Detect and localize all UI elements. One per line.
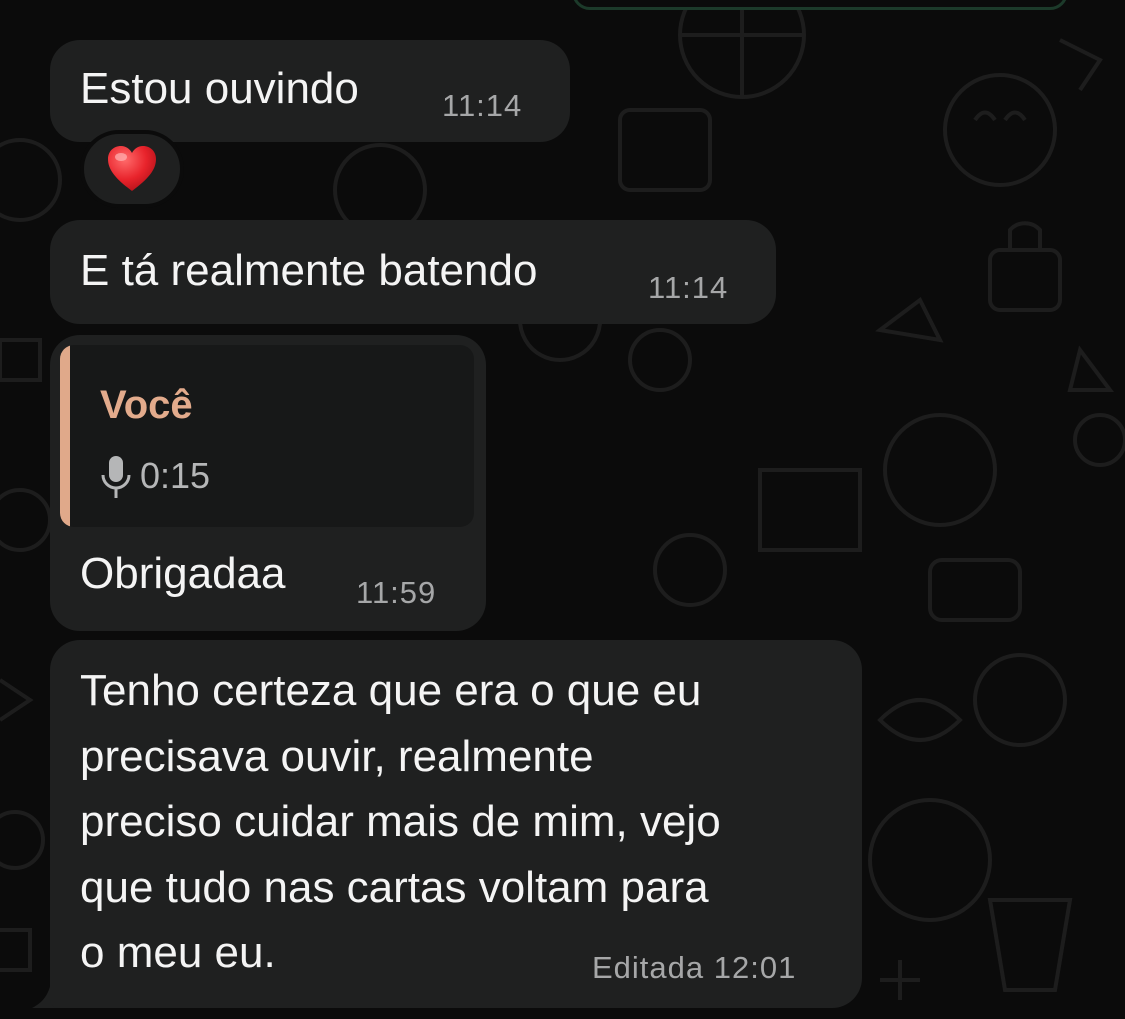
message-text: Estou ouvindo (80, 64, 359, 113)
message-timestamp: 11:59 (356, 575, 437, 610)
incoming-message[interactable]: E tá realmente batendo 11:14 (50, 220, 776, 324)
incoming-message[interactable]: Tenho certeza que era o que eu precisava… (50, 640, 862, 1008)
incoming-reply-message[interactable]: Você 0:15 Obrigadaa 11:59 (50, 335, 486, 631)
message-timestamp: 11:14 (648, 270, 729, 305)
quote-author: Você (100, 383, 193, 427)
microphone-icon (101, 456, 131, 498)
quoted-voice-message[interactable]: Você 0:15 (60, 345, 474, 527)
edited-label: Editada (592, 950, 705, 985)
message-line: precisava ouvir, realmente (80, 731, 594, 781)
message-timestamp: 12:01 (713, 950, 797, 985)
message-line: preciso cuidar mais de mim, vejo (80, 797, 721, 846)
message-text: Obrigadaa (80, 549, 286, 598)
voice-duration: 0:15 (140, 455, 211, 496)
incoming-message[interactable]: Estou ouvindo 11:14 (50, 40, 570, 142)
message-text: E tá realmente batendo (80, 246, 538, 295)
message-line: que tudo nas cartas voltam para (80, 862, 709, 912)
message-line: Tenho certeza que era o que eu (80, 666, 702, 715)
quote-accent-bar (60, 345, 70, 527)
message-meta: Editada 12:01 (592, 950, 796, 986)
message-timestamp: 11:14 (442, 88, 523, 123)
previous-outgoing-bubble (572, 0, 1068, 10)
heart-icon (108, 146, 156, 191)
message-reaction[interactable] (80, 130, 184, 208)
message-text: Tenho certeza que era o que eu precisava… (80, 658, 721, 986)
